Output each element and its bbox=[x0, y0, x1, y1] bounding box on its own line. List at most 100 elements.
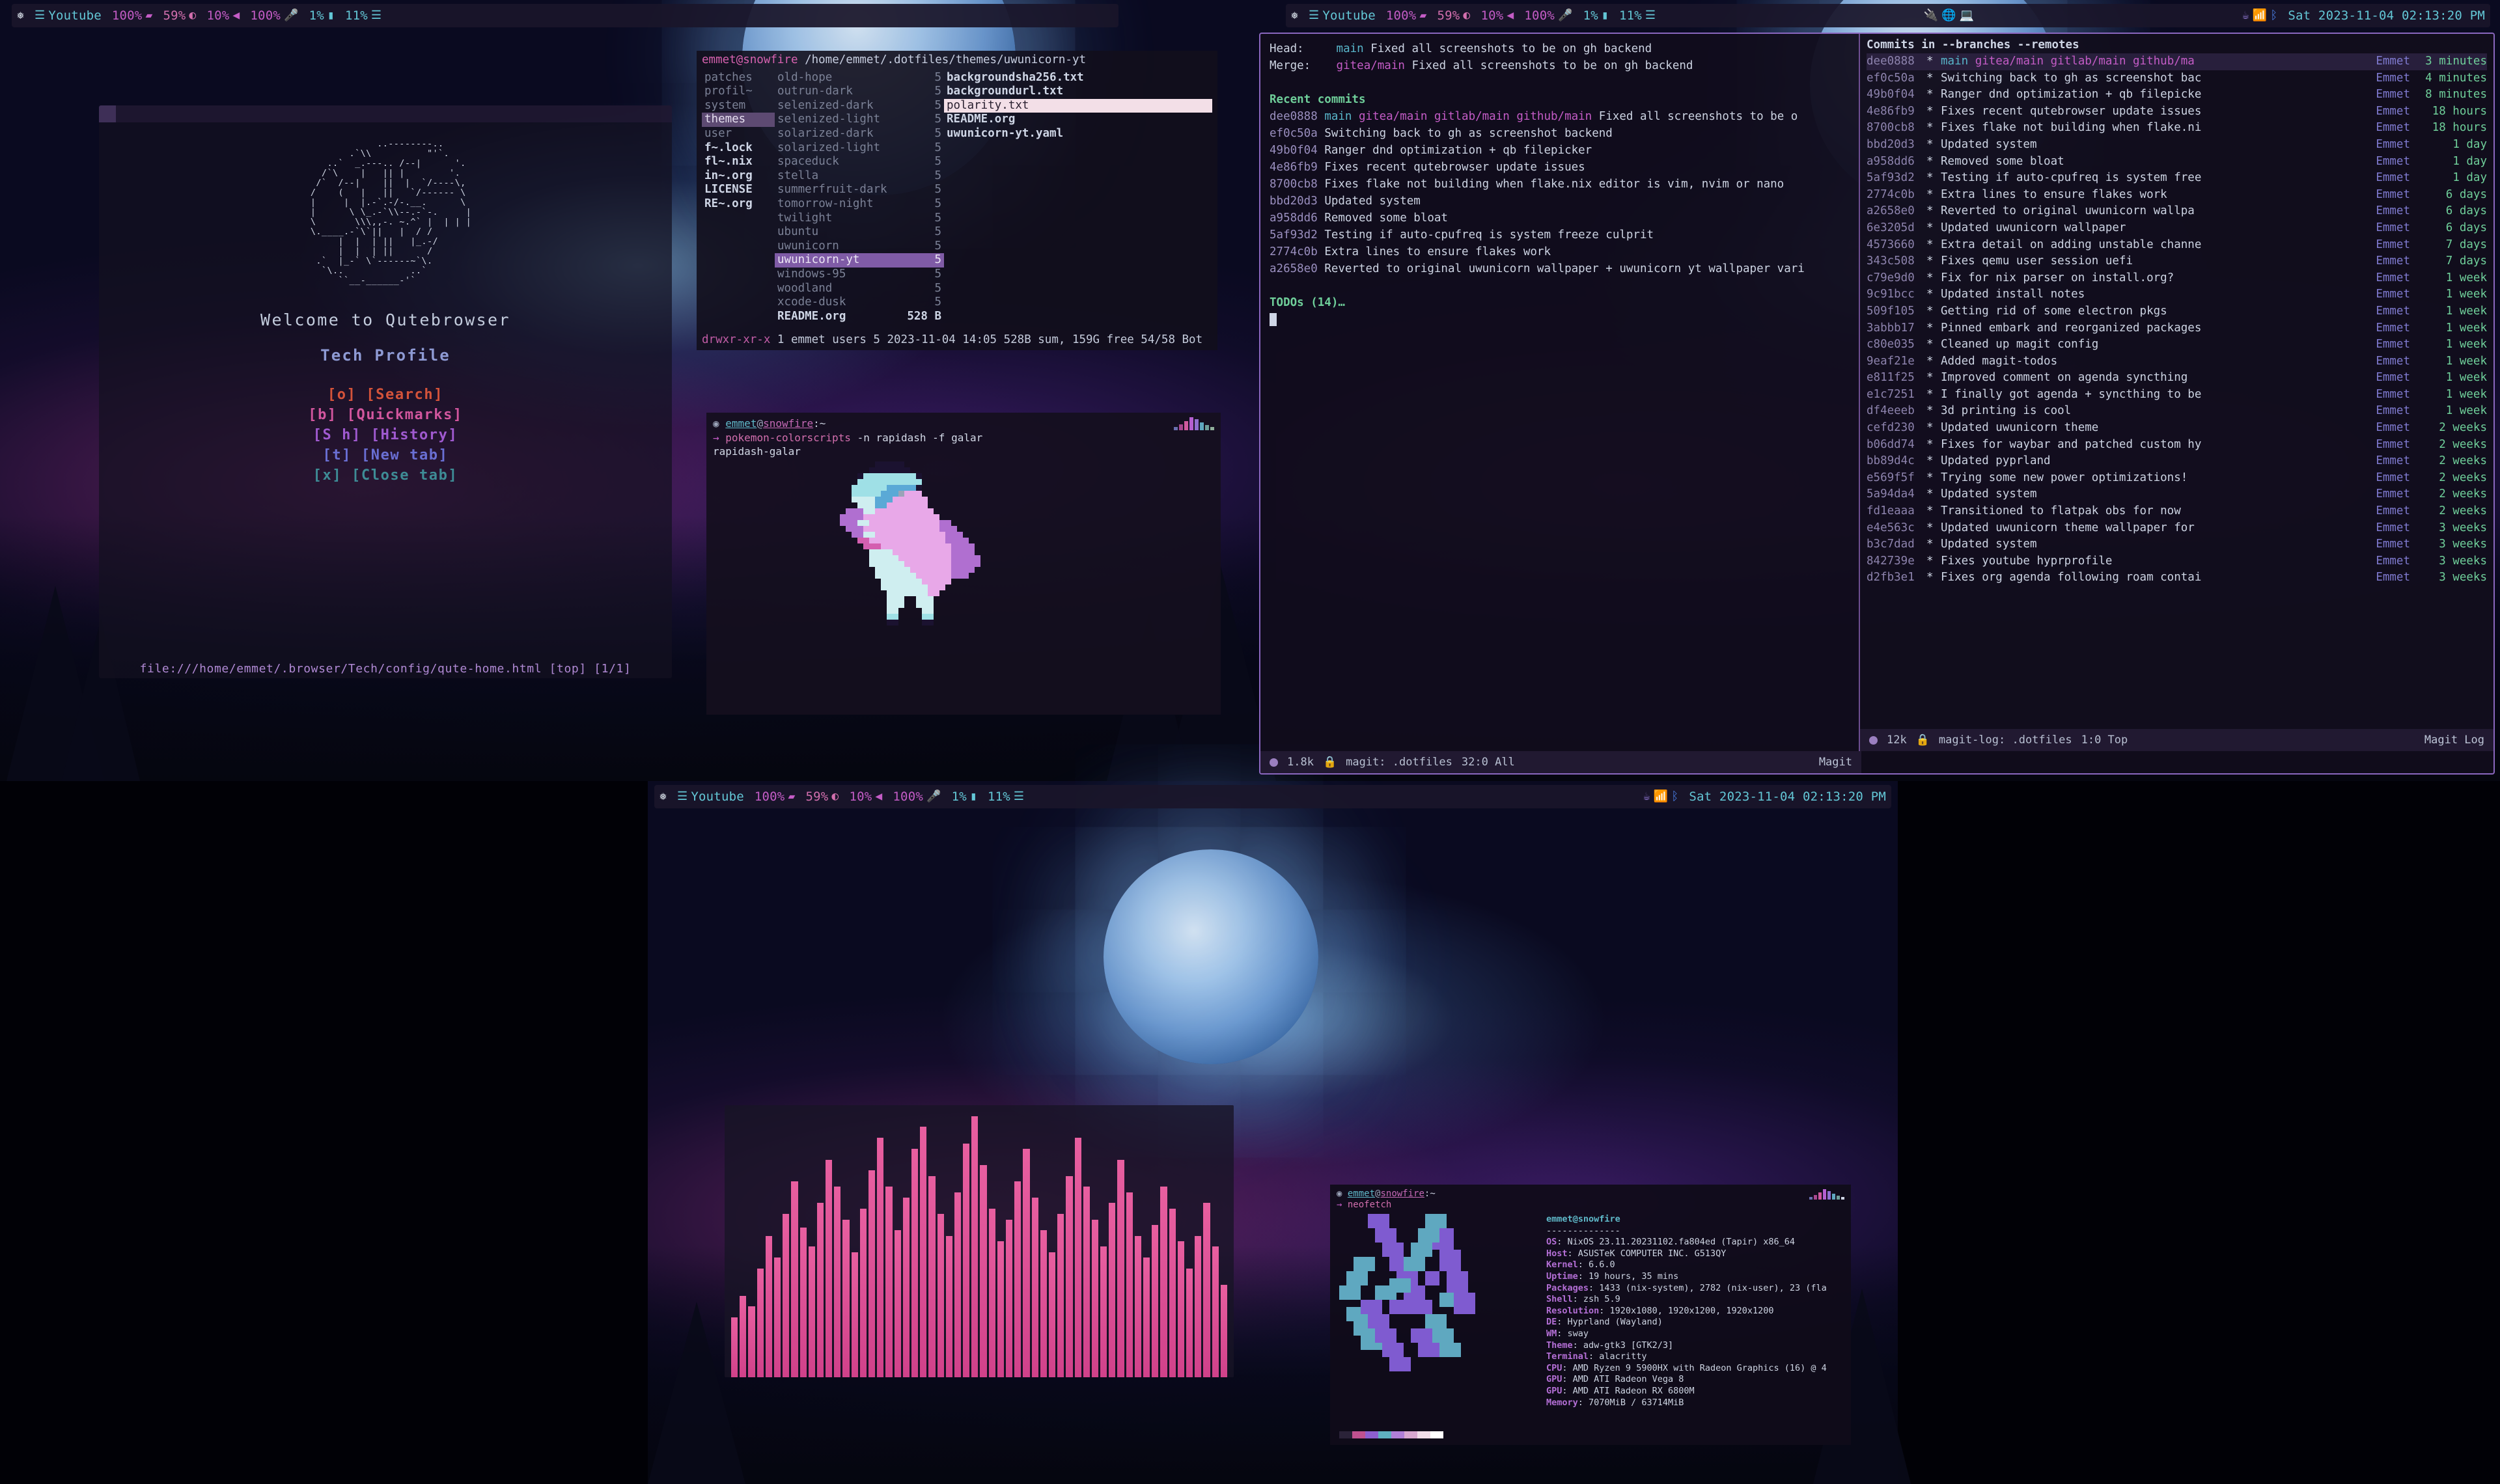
magit-log-row[interactable]: 842739e * Fixes youtube hyprprofile Emmet 3 … bbox=[1867, 553, 2487, 570]
magit-commit-row[interactable]: 49b0f04 Ranger dnd optimization + qb fil… bbox=[1270, 142, 1850, 159]
usb-icon[interactable]: 🔌 bbox=[1924, 10, 1939, 21]
ranger-item[interactable]: selenized-dark 5 bbox=[775, 99, 944, 113]
qutebrowser-tab[interactable] bbox=[99, 105, 116, 122]
magit-log-row[interactable]: bbd20d3 * Updated system Emmet 1 day bbox=[1867, 137, 2487, 154]
magit-log-row[interactable]: 9c91bcc * Updated install notes Emmet 1 week bbox=[1867, 286, 2487, 303]
magit-log-pane[interactable]: Commits in --branches --remotes dee0888 … bbox=[1859, 34, 2493, 751]
shortcut-quickmarks[interactable]: [b] [Quickmarks] bbox=[308, 407, 463, 423]
magit-log-row[interactable]: dee0888 * main gitea/main gitlab/main gi… bbox=[1867, 53, 2487, 70]
ranger-item[interactable]: README.org bbox=[944, 113, 1212, 127]
ranger-item[interactable]: solarized-light 5 bbox=[775, 141, 944, 156]
tray-group-right[interactable]: ☕ 📶 ᛒ bbox=[1638, 791, 1684, 803]
magit-log-row[interactable]: 3abbb17 * Pinned embark and reorganized pa… bbox=[1867, 320, 2487, 337]
ranger-item[interactable]: patches bbox=[702, 71, 775, 85]
magit-log-row[interactable]: df4eeeb * 3d printing is cool Emmet 1 week bbox=[1867, 403, 2487, 420]
wifi-icon[interactable]: 📶 bbox=[1654, 791, 1669, 803]
magit-commit-row[interactable]: bbd20d3 Updated system bbox=[1270, 193, 1850, 210]
pokemon-terminal-window[interactable]: ◉ emmet@snowfire:~ → pokemon-colorscript… bbox=[706, 413, 1221, 715]
memory-indicator[interactable]: 11% ☰ bbox=[1614, 8, 1661, 23]
bluetooth-icon[interactable]: ᛒ bbox=[2270, 10, 2277, 21]
magit-commit-row[interactable]: ef0c50a Switching back to gh as screensh… bbox=[1270, 125, 1850, 142]
ranger-item[interactable]: stella 5 bbox=[775, 169, 944, 184]
ranger-item[interactable]: README.org 528 B bbox=[775, 310, 944, 324]
ranger-item[interactable]: old-hope 5 bbox=[775, 71, 944, 85]
magit-commit-row[interactable]: a2658e0 Reverted to original uwunicorn w… bbox=[1270, 260, 1850, 277]
ranger-item[interactable]: summerfruit-dark 5 bbox=[775, 183, 944, 197]
qutebrowser-tabbar[interactable] bbox=[99, 105, 672, 122]
ranger-item[interactable]: twilight 5 bbox=[775, 212, 944, 226]
ranger-item[interactable]: backgroundsha256.txt bbox=[944, 71, 1212, 85]
ranger-item[interactable]: RE~.org bbox=[702, 197, 775, 212]
magit-log-row[interactable]: 343c508 * Fixes qemu user session uefi Emme… bbox=[1867, 253, 2487, 270]
ranger-item[interactable]: profil~ bbox=[702, 85, 775, 99]
magit-log-row[interactable]: 4573660 * Extra detail on adding unstable … bbox=[1867, 237, 2487, 254]
brightness-indicator[interactable]: 100% ▰ bbox=[1381, 8, 1432, 23]
ranger-item[interactable]: uwunicorn 5 bbox=[775, 240, 944, 254]
ranger-item[interactable]: xcode-dusk 5 bbox=[775, 295, 944, 310]
mic-indicator[interactable]: 100% 🎤 bbox=[1519, 8, 1577, 23]
wifi-icon[interactable]: 📶 bbox=[2253, 10, 2268, 21]
cpu-indicator[interactable]: 1% ▮ bbox=[1578, 8, 1614, 23]
magit-log-row[interactable]: bb89d4c * Updated pyprland Emmet 2 weeks bbox=[1867, 453, 2487, 470]
ranger-item[interactable]: system bbox=[702, 99, 775, 113]
magit-todos-heading[interactable]: TODOs (14)… bbox=[1270, 294, 1850, 311]
shortcut-new-tab[interactable]: [t] [New tab] bbox=[322, 447, 448, 463]
laptop-icon[interactable]: 💻 bbox=[1960, 10, 1975, 21]
ranger-item[interactable]: spaceduck 5 bbox=[775, 155, 944, 169]
cpu-indicator[interactable]: 1% ▮ bbox=[304, 8, 340, 23]
neofetch-terminal-window[interactable]: ◉ emmet@snowfire:~ → neofetch emmet@snow… bbox=[1330, 1185, 1851, 1445]
battery-indicator[interactable]: 59% ◐ bbox=[1432, 8, 1475, 23]
brightness-indicator[interactable]: 100% ▰ bbox=[107, 8, 158, 23]
clock[interactable]: Sat 2023-11-04 02:13:20 PM bbox=[2283, 8, 2490, 23]
volume-indicator[interactable]: 10% ◀ bbox=[201, 8, 245, 23]
magit-log-row[interactable]: e1c7251 * I finally got agenda + syncthing… bbox=[1867, 387, 2487, 404]
ranger-item[interactable]: backgroundurl.txt bbox=[944, 85, 1212, 99]
ranger-parent-column[interactable]: patches profil~ system themes user f~.lo… bbox=[702, 71, 775, 332]
mic-indicator[interactable]: 100% 🎤 bbox=[887, 790, 946, 804]
magit-log-row[interactable]: 5a94da4 * Updated system Emmet 2 weeks bbox=[1867, 486, 2487, 503]
bluetooth-icon[interactable]: ᛒ bbox=[1671, 791, 1678, 803]
magit-log-rows[interactable]: dee0888 * main gitea/main gitlab/main gi… bbox=[1860, 53, 2493, 729]
ranger-item-selected[interactable]: themes bbox=[702, 113, 775, 127]
ranger-item[interactable]: tomorrow-night 5 bbox=[775, 197, 944, 212]
shortcut-history[interactable]: [S h] [History] bbox=[313, 427, 458, 443]
nix-logo[interactable]: ❅ bbox=[12, 10, 29, 21]
workspace-indicator[interactable]: ☰ Youtube bbox=[672, 790, 749, 804]
qutebrowser-window[interactable]: ..--------.. .`\\ "'`. ..` _.---.. /--| … bbox=[99, 105, 672, 678]
ranger-item[interactable]: woodland 5 bbox=[775, 282, 944, 296]
magit-log-row[interactable]: 49b0f04 * Ranger dnd optimization + qb fil… bbox=[1867, 87, 2487, 103]
battery-indicator[interactable]: 59% ◐ bbox=[800, 790, 844, 804]
magit-commit-row[interactable]: 5af93d2 Testing if auto-cpufreq is syste… bbox=[1270, 227, 1850, 243]
clock[interactable]: Sat 2023-11-04 02:13:20 PM bbox=[1684, 790, 1891, 804]
workspace-indicator[interactable]: ☰ Youtube bbox=[1303, 8, 1381, 23]
ranger-item[interactable]: uwunicorn-yt.yaml bbox=[944, 127, 1212, 141]
workspace-indicator[interactable]: ☰ Youtube bbox=[29, 8, 107, 23]
magit-log-row[interactable]: 8700cb8 * Fixes flake not building when fl… bbox=[1867, 120, 2487, 137]
memory-indicator[interactable]: 11% ☰ bbox=[982, 790, 1029, 804]
ranger-item[interactable]: user bbox=[702, 127, 775, 141]
magit-status-pane[interactable]: Head: main Fixed all screenshots to be o… bbox=[1260, 34, 1859, 751]
ranger-current-column[interactable]: old-hope 5 outrun-dark 5 selenized-dark 5 s… bbox=[775, 71, 944, 332]
magit-log-row[interactable]: e4e563c * Updated uwunicorn theme wallpape… bbox=[1867, 520, 2487, 537]
ranger-item[interactable]: fl~.nix bbox=[702, 155, 775, 169]
ranger-item-selected[interactable]: uwunicorn-yt 5 bbox=[775, 253, 944, 268]
magit-section-heading[interactable]: Recent commits bbox=[1270, 91, 1850, 108]
magit-log-row[interactable]: e569f5f * Trying some new power optimizati… bbox=[1867, 470, 2487, 487]
magit-log-row[interactable]: 4e86fb9 * Fixes recent qutebrowser update … bbox=[1867, 103, 2487, 120]
magit-log-row[interactable]: e811f25 * Improved comment on agenda synct… bbox=[1867, 370, 2487, 387]
brightness-indicator[interactable]: 100% ▰ bbox=[749, 790, 801, 804]
nix-logo[interactable]: ❅ bbox=[1286, 10, 1303, 21]
ranger-item[interactable]: selenized-light 5 bbox=[775, 113, 944, 127]
cpu-indicator[interactable]: 1% ▮ bbox=[947, 790, 982, 804]
ranger-window[interactable]: emmet@snowfire /home/emmet/.dotfiles/the… bbox=[697, 51, 1217, 350]
mic-indicator[interactable]: 100% 🎤 bbox=[245, 8, 303, 23]
magit-log-row[interactable]: d2fb3e1 * Fixes org agenda following roam … bbox=[1867, 570, 2487, 586]
magit-log-row[interactable]: a958dd6 * Removed some bloat Emmet 1 day bbox=[1867, 154, 2487, 171]
magit-log-row[interactable]: c80e035 * Cleaned up magit config Emmet 1 we… bbox=[1867, 337, 2487, 353]
ranger-item-selected[interactable]: polarity.txt bbox=[944, 98, 1212, 113]
ranger-item[interactable]: f~.lock bbox=[702, 141, 775, 156]
magit-commit-row[interactable]: dee0888 main gitea/main gitlab/main gith… bbox=[1270, 108, 1850, 125]
ranger-item[interactable]: windows-95 5 bbox=[775, 268, 944, 282]
shortcut-close-tab[interactable]: [x] [Close tab] bbox=[313, 467, 458, 484]
cava-visualizer-window[interactable] bbox=[725, 1105, 1234, 1377]
